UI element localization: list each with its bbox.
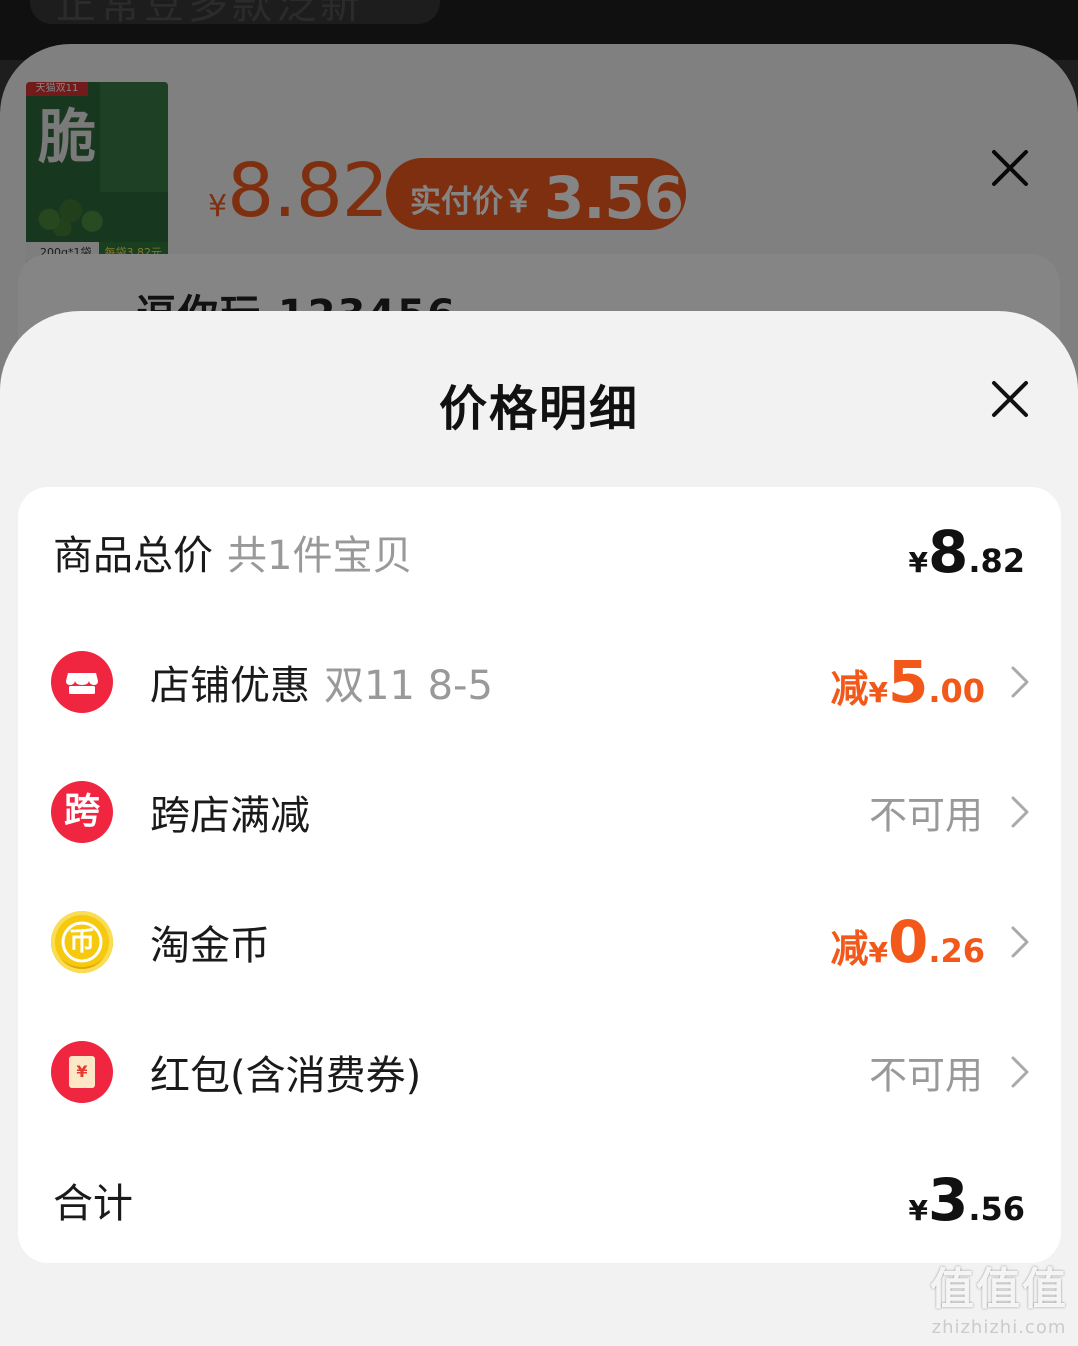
- coin-discount-value: 减¥0.26: [830, 908, 985, 976]
- coin-icon-char: 币: [68, 927, 95, 957]
- coin-label: 淘金币: [150, 923, 270, 969]
- shop-discount-label: 店铺优惠: [150, 663, 310, 709]
- page-title: 价格明细: [438, 381, 639, 437]
- value-dec: .56: [968, 1190, 1025, 1228]
- cross-store-label: 跨店满减: [150, 793, 310, 839]
- row-label: 跨店满减: [150, 783, 310, 841]
- cross-store-icon: 跨: [51, 781, 113, 843]
- row-taojin-coin[interactable]: 币 淘金币 减¥0.26: [18, 877, 1061, 1007]
- shop-icon: [51, 651, 113, 713]
- goods-count: 共1件宝贝: [227, 533, 413, 579]
- price-detail-card: 商品总价 共1件宝贝 ¥8.82 店铺优惠 双11 8-5 减¥5.00 跨 跨…: [18, 487, 1061, 1263]
- row-shop-discount[interactable]: 店铺优惠 双11 8-5 减¥5.00: [18, 617, 1061, 747]
- minus-label: 减: [830, 667, 869, 711]
- watermark: 值值值 zhizhizhi.com: [930, 1253, 1068, 1338]
- goods-total-value: ¥8.82: [908, 518, 1025, 586]
- goods-total-label: 商品总价: [53, 533, 213, 579]
- minus-label: 减: [830, 927, 869, 971]
- value-dec: .00: [928, 672, 985, 710]
- yen-symbol: ¥: [868, 676, 888, 709]
- coin-icon: 币: [51, 911, 113, 973]
- value-int: 5: [887, 648, 929, 716]
- cross-store-value: 不可用: [868, 793, 983, 838]
- watermark-logo: 值值值: [930, 1264, 1068, 1315]
- chevron-right-icon[interactable]: [1007, 922, 1033, 962]
- close-icon[interactable]: [988, 377, 1032, 421]
- red-packet-icon: ¥: [51, 1041, 113, 1103]
- price-detail-sheet: 价格明细 商品总价 共1件宝贝 ¥8.82 店铺优惠 双11 8-5 减¥5.0…: [0, 311, 1078, 1346]
- red-packet-label: 红包(含消费券): [150, 1053, 422, 1099]
- yen-symbol: ¥: [908, 1194, 928, 1227]
- row-grand-total: 合计 ¥3.56: [18, 1135, 1061, 1265]
- shop-discount-value: 减¥5.00: [830, 648, 985, 716]
- row-label: 红包(含消费券): [150, 1043, 421, 1101]
- yen-symbol: ¥: [908, 546, 928, 579]
- shop-discount-rule: 双11 8-5: [324, 663, 493, 709]
- yen-symbol: ¥: [868, 936, 888, 969]
- value-int: 0: [887, 908, 929, 976]
- value-int: 3: [927, 1166, 969, 1234]
- row-label: 合计: [53, 1171, 133, 1229]
- value-int: 8: [927, 518, 969, 586]
- row-label: 淘金币: [150, 913, 270, 971]
- row-label: 店铺优惠 双11 8-5: [150, 653, 493, 711]
- chevron-right-icon[interactable]: [1007, 1052, 1033, 1092]
- value-dec: .82: [968, 542, 1025, 580]
- grand-total-value: ¥3.56: [908, 1166, 1025, 1234]
- red-packet-value: 不可用: [868, 1053, 983, 1098]
- row-cross-store-discount[interactable]: 跨 跨店满减 不可用: [18, 747, 1061, 877]
- row-label: 商品总价 共1件宝贝: [53, 523, 412, 581]
- chevron-right-icon[interactable]: [1007, 662, 1033, 702]
- grand-total-label: 合计: [53, 1181, 133, 1227]
- row-goods-total: 商品总价 共1件宝贝 ¥8.82: [18, 487, 1061, 617]
- row-red-packet[interactable]: ¥ 红包(含消费券) 不可用: [18, 1007, 1061, 1137]
- red-packet-yen: ¥: [76, 1062, 88, 1081]
- value-dec: .26: [928, 932, 985, 970]
- watermark-url: zhizhizhi.com: [931, 1317, 1067, 1338]
- chevron-right-icon[interactable]: [1007, 792, 1033, 832]
